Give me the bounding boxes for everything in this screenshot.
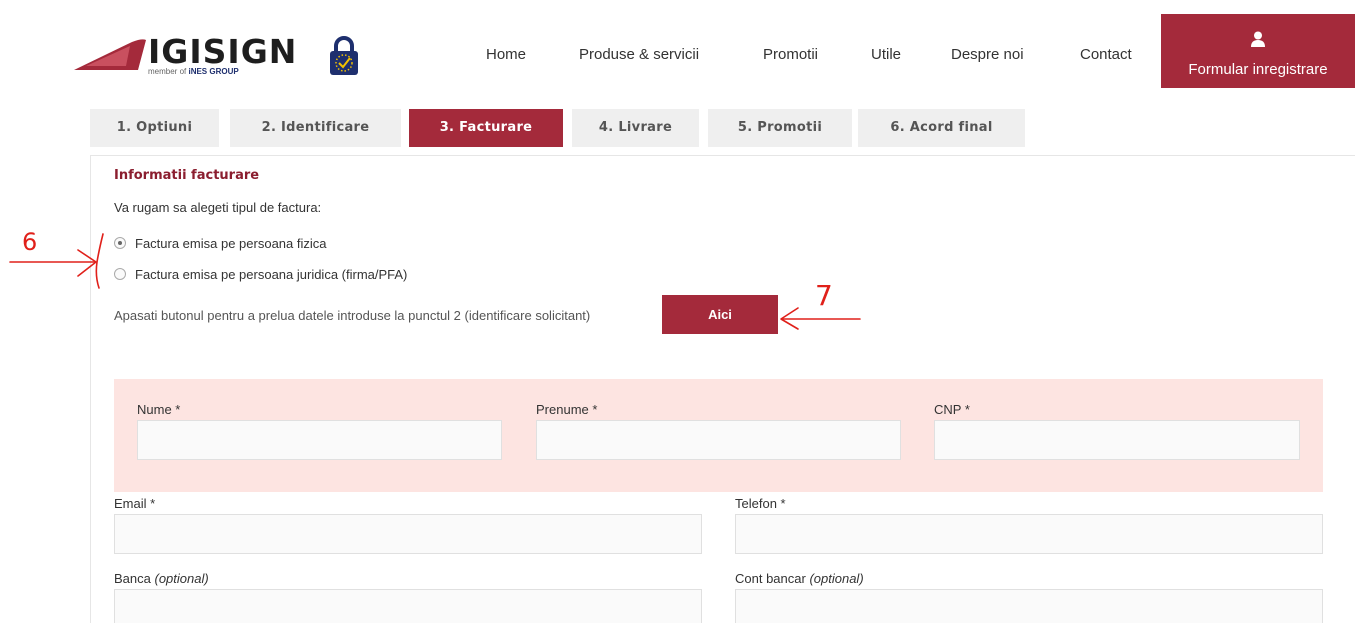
cnp-label: CNP * (934, 402, 970, 417)
annotation-label-6: 6 (22, 228, 37, 256)
radio-persoana-juridica[interactable]: Factura emisa pe persoana juridica (firm… (114, 267, 407, 282)
aici-button[interactable]: Aici (662, 295, 778, 334)
radio-unselected-icon[interactable] (114, 268, 126, 280)
tab-livrare[interactable]: 4. Livrare (572, 109, 699, 147)
site-header: IGISIGN member of iNES GROUP Home Produs… (0, 0, 1355, 100)
nav-despre-noi[interactable]: Despre noi (951, 46, 1024, 63)
section-title: Informatii facturare (114, 168, 260, 183)
tab-facturare[interactable]: 3. Facturare (409, 109, 563, 147)
optional-note: (optional) (154, 571, 209, 586)
nume-label: Nume * (137, 402, 181, 417)
nav-promotii[interactable]: Promotii (763, 46, 818, 63)
nav-contact[interactable]: Contact (1080, 46, 1132, 63)
tab-acord-final[interactable]: 6. Acord final (858, 109, 1025, 147)
radio-selected-icon[interactable] (114, 237, 126, 249)
email-label: Email * (114, 496, 156, 511)
user-icon (1251, 31, 1265, 47)
cont-bancar-label: Cont bancar (optional) (735, 571, 864, 586)
nume-input[interactable] (137, 420, 502, 460)
cont-bancar-input[interactable] (735, 589, 1323, 623)
radio-label: Factura emisa pe persoana juridica (firm… (135, 267, 408, 282)
banca-input[interactable] (114, 589, 702, 623)
fetch-data-instructions: Apasati butonul pentru a prelua datele i… (114, 308, 591, 323)
logo-swoosh-icon (74, 39, 146, 70)
tab-promotii[interactable]: 5. Promotii (708, 109, 852, 147)
logo-subtitle: member of iNES GROUP (148, 67, 239, 76)
email-input[interactable] (114, 514, 702, 554)
prenume-input[interactable] (536, 420, 901, 460)
radio-persoana-fizica[interactable]: Factura emisa pe persoana fizica (114, 236, 326, 251)
nav-produse-servicii[interactable]: Produse & servicii (579, 46, 699, 63)
tab-identificare[interactable]: 2. Identificare (230, 109, 401, 147)
prenume-label: Prenume * (536, 402, 598, 417)
tab-optiuni[interactable]: 1. Optiuni (90, 109, 219, 147)
eu-trust-lock-icon (330, 36, 358, 75)
nav-home[interactable]: Home (486, 46, 526, 63)
digisign-logo[interactable]: IGISIGN member of iNES GROUP (72, 34, 302, 80)
registration-form-button[interactable]: Formular inregistrare (1161, 14, 1355, 88)
registration-form-label: Formular inregistrare (1188, 61, 1328, 78)
telefon-label: Telefon * (735, 496, 786, 511)
invoice-type-prompt: Va rugam sa alegeti tipul de factura: (114, 200, 322, 215)
cnp-input[interactable] (934, 420, 1300, 460)
banca-label: Banca (optional) (114, 571, 209, 586)
radio-label: Factura emisa pe persoana fizica (135, 236, 327, 251)
logo-text: IGISIGN (148, 32, 298, 71)
optional-note: (optional) (809, 571, 864, 586)
nav-utile[interactable]: Utile (871, 46, 901, 63)
telefon-input[interactable] (735, 514, 1323, 554)
